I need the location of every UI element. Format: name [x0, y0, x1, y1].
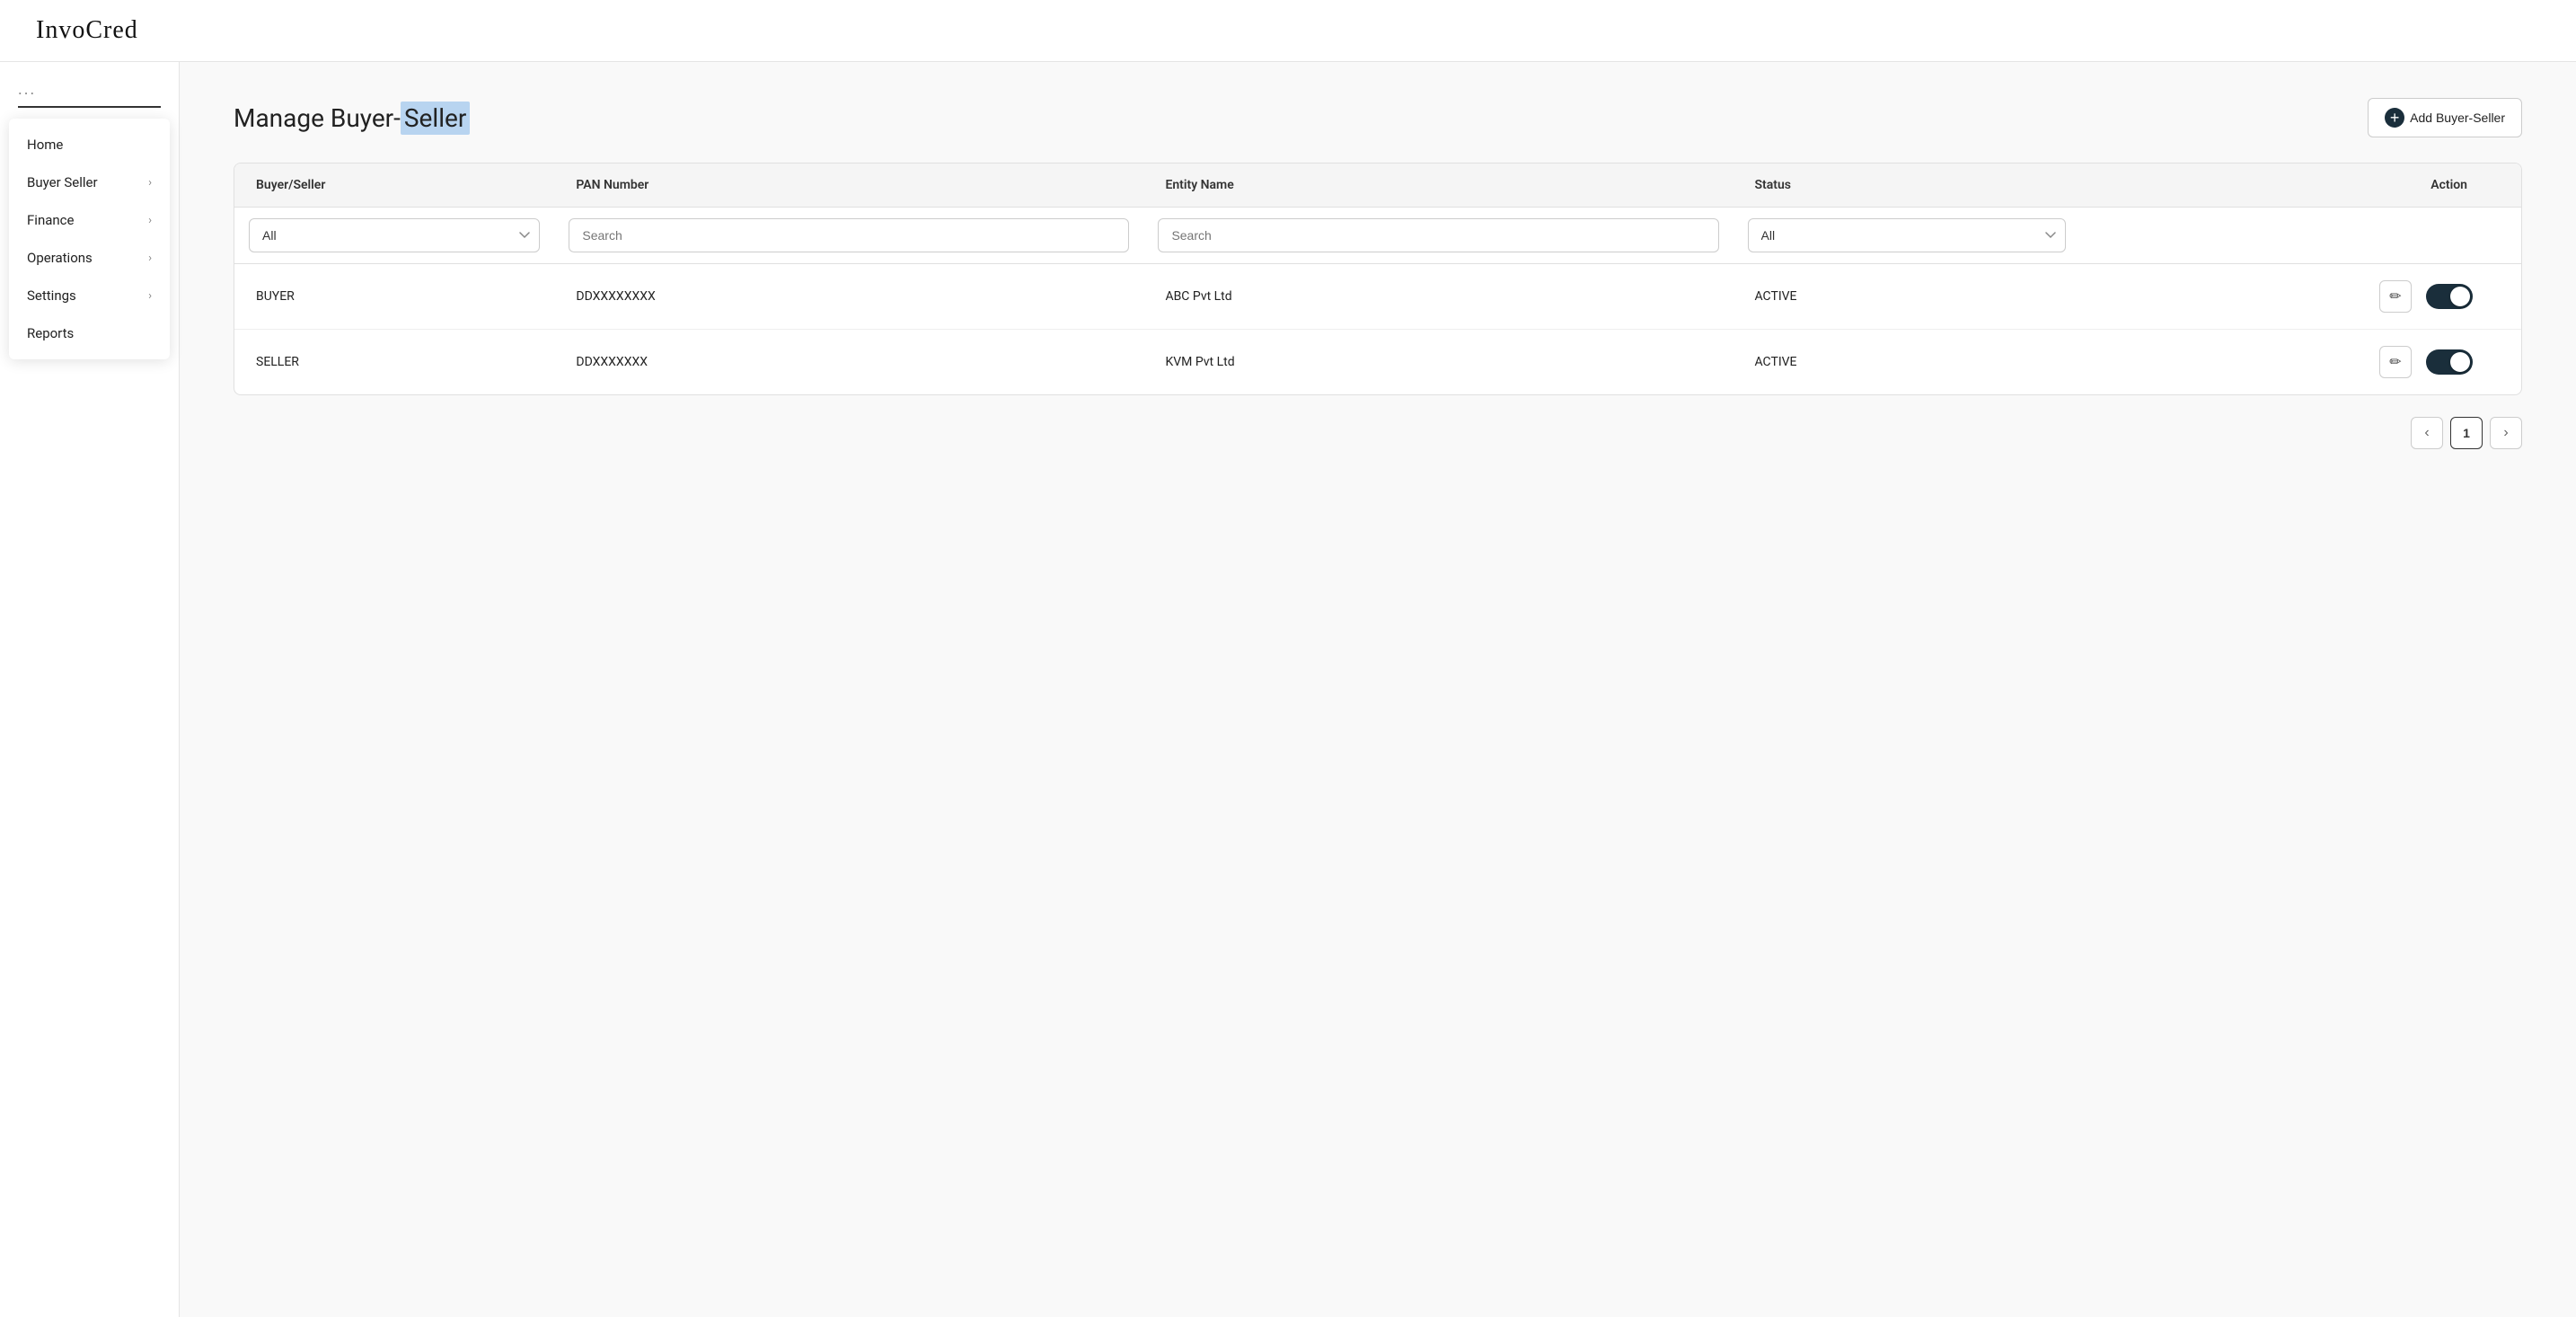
page-title-prefix: Manage Buyer- [234, 103, 401, 133]
chevron-right-icon: › [148, 214, 152, 227]
add-buyer-seller-label: Add Buyer-Seller [2410, 110, 2505, 125]
table-row: BUYER DDXXXXXXXX ABC Pvt Ltd ACTIVE ✏ [234, 264, 2521, 330]
sidebar-item-settings[interactable]: Settings › [9, 277, 170, 314]
sidebar-dots: ... [0, 80, 179, 106]
main-content: Manage Buyer-Seller + Add Buyer-Seller B… [180, 62, 2576, 1317]
filter-cell-buyer-seller: All BUYER SELLER [234, 208, 554, 264]
page-title-highlight: Seller [401, 102, 470, 135]
chevron-right-icon: › [148, 289, 152, 303]
next-page-button[interactable]: › [2490, 417, 2522, 449]
cell-buyer-seller: BUYER [234, 264, 554, 330]
page-number: 1 [2463, 426, 2470, 440]
sidebar-menu: Home Buyer Seller › Finance › Operations… [9, 119, 170, 359]
chevron-left-icon: ‹ [2424, 425, 2429, 441]
plus-icon: + [2385, 108, 2404, 128]
pencil-icon: ✏ [2389, 287, 2401, 305]
cell-pan-number: DDXXXXXXXX [554, 264, 1143, 330]
chevron-right-icon: › [2503, 425, 2508, 441]
buyer-seller-table: Buyer/Seller PAN Number Entity Name Stat… [234, 164, 2521, 394]
cell-action: ✏ [2080, 330, 2521, 395]
col-header-action: Action [2080, 164, 2521, 208]
sidebar-item-operations-label: Operations [27, 250, 93, 266]
header: InvoCred [0, 0, 2576, 62]
table-header-row: Buyer/Seller PAN Number Entity Name Stat… [234, 164, 2521, 208]
cell-entity-name: KVM Pvt Ltd [1143, 330, 1733, 395]
add-buyer-seller-button[interactable]: + Add Buyer-Seller [2368, 98, 2522, 137]
status-toggle[interactable] [2426, 284, 2473, 309]
buyer-seller-filter-select[interactable]: All BUYER SELLER [249, 218, 540, 252]
cell-action: ✏ [2080, 264, 2521, 330]
sidebar-item-finance-label: Finance [27, 212, 74, 228]
page-header: Manage Buyer-Seller + Add Buyer-Seller [234, 98, 2522, 137]
pagination: ‹ 1 › [234, 417, 2522, 449]
table-row: SELLER DDXXXXXXX KVM Pvt Ltd ACTIVE ✏ [234, 330, 2521, 395]
filter-cell-action [2080, 208, 2521, 264]
sidebar-item-buyer-seller-label: Buyer Seller [27, 174, 98, 190]
sidebar-item-settings-label: Settings [27, 287, 76, 304]
sidebar-item-buyer-seller[interactable]: Buyer Seller › [9, 164, 170, 201]
chevron-right-icon: › [148, 252, 152, 265]
page-1-button[interactable]: 1 [2450, 417, 2483, 449]
sidebar-item-home[interactable]: Home [9, 126, 170, 164]
filter-cell-entity [1143, 208, 1733, 264]
edit-button[interactable]: ✏ [2379, 346, 2412, 378]
filter-row: All BUYER SELLER [234, 208, 2521, 264]
table-container: Buyer/Seller PAN Number Entity Name Stat… [234, 163, 2522, 395]
pencil-icon: ✏ [2389, 353, 2401, 371]
status-filter-select[interactable]: All ACTIVE INACTIVE [1748, 218, 2066, 252]
edit-button[interactable]: ✏ [2379, 280, 2412, 313]
col-header-buyer-seller: Buyer/Seller [234, 164, 554, 208]
app-layout: ... Home Buyer Seller › Finance › Operat… [0, 62, 2576, 1317]
col-header-status: Status [1734, 164, 2080, 208]
cell-pan-number: DDXXXXXXX [554, 330, 1143, 395]
sidebar-item-finance[interactable]: Finance › [9, 201, 170, 239]
page-title: Manage Buyer-Seller [234, 103, 470, 133]
app-logo: InvoCred [36, 16, 138, 44]
cell-buyer-seller: SELLER [234, 330, 554, 395]
entity-search-input[interactable] [1158, 218, 1718, 252]
sidebar: ... Home Buyer Seller › Finance › Operat… [0, 62, 180, 1317]
sidebar-divider [18, 106, 161, 108]
cell-entity-name: ABC Pvt Ltd [1143, 264, 1733, 330]
col-header-entity-name: Entity Name [1143, 164, 1733, 208]
col-header-pan-number: PAN Number [554, 164, 1143, 208]
filter-cell-status: All ACTIVE INACTIVE [1734, 208, 2080, 264]
pan-search-input[interactable] [569, 218, 1129, 252]
toggle-slider [2426, 284, 2473, 309]
sidebar-item-reports[interactable]: Reports [9, 314, 170, 352]
chevron-right-icon: › [148, 176, 152, 190]
prev-page-button[interactable]: ‹ [2411, 417, 2443, 449]
filter-cell-pan [554, 208, 1143, 264]
sidebar-item-home-label: Home [27, 137, 63, 153]
toggle-slider [2426, 349, 2473, 375]
cell-status: ACTIVE [1734, 330, 2080, 395]
status-toggle[interactable] [2426, 349, 2473, 375]
sidebar-item-reports-label: Reports [27, 325, 74, 341]
cell-status: ACTIVE [1734, 264, 2080, 330]
sidebar-item-operations[interactable]: Operations › [9, 239, 170, 277]
